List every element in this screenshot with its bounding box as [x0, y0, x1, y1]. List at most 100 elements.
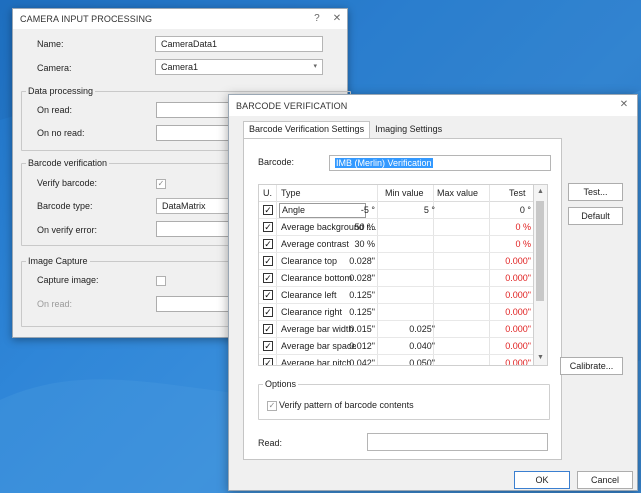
barcode-field[interactable]: IMB (Merlin) Verification	[329, 155, 551, 171]
row-min-value[interactable]: 0.042"	[349, 358, 375, 365]
row-min-value[interactable]: 0.125"	[349, 290, 375, 300]
row-test-value: 0 °	[519, 205, 531, 215]
default-button[interactable]: Default	[568, 207, 623, 225]
row-type: Average bar pitch	[281, 358, 352, 366]
row-test-value: 0.000"	[505, 324, 531, 334]
close-icon[interactable]: ✕	[330, 12, 344, 26]
row-test-value: 0.000"	[505, 273, 531, 283]
table-row[interactable]: ✓ Clearance left 0.125" 0.000"	[259, 287, 533, 304]
tab-imaging-settings[interactable]: Imaging Settings	[370, 122, 447, 138]
on-read-label-disabled: On read:	[37, 299, 73, 309]
table-row[interactable]: ✓ Average contrast 30 % 0 %	[259, 236, 533, 253]
row-checkbox[interactable]: ✓	[263, 273, 273, 283]
row-type: Clearance left	[281, 290, 337, 300]
options-title: Options	[263, 379, 299, 389]
row-max-value[interactable]: 5 °	[424, 205, 435, 215]
group-title: Image Capture	[26, 256, 90, 266]
read-label: Read:	[258, 438, 283, 448]
barcode-verification-window: BARCODE VERIFICATION ✕ Barcode Verificat…	[228, 94, 638, 491]
row-min-value[interactable]: -5 °	[361, 205, 375, 215]
col-header-type[interactable]: Type	[281, 188, 301, 198]
row-min-value[interactable]: 0.125"	[349, 307, 375, 317]
capture-image-checkbox[interactable]	[156, 276, 166, 286]
row-min-value[interactable]: 0.028"	[349, 273, 375, 283]
test-button[interactable]: Test...	[568, 183, 623, 201]
row-min-value[interactable]: 50 %	[354, 222, 375, 232]
row-min-value[interactable]: 0.028"	[349, 256, 375, 266]
read-field[interactable]	[367, 433, 548, 451]
col-header-test[interactable]: Test	[509, 188, 526, 198]
chevron-down-icon: ▾	[313, 63, 317, 70]
row-test-value: 0 %	[515, 222, 531, 232]
row-min-value[interactable]: 0.012"	[349, 341, 375, 351]
row-test-value: 0.000"	[505, 290, 531, 300]
row-checkbox[interactable]: ✓	[263, 239, 273, 249]
title-bar: CAMERA INPUT PROCESSING ? ✕	[13, 9, 347, 29]
calibrate-button[interactable]: Calibrate...	[560, 357, 623, 375]
name-field[interactable]: CameraData1	[155, 36, 323, 52]
close-icon[interactable]: ✕	[617, 98, 631, 112]
row-checkbox[interactable]: ✓	[263, 256, 273, 266]
window-title: CAMERA INPUT PROCESSING	[20, 14, 153, 24]
row-type: Angle	[279, 203, 367, 218]
row-test-value: 0.000"	[505, 341, 531, 351]
table-row[interactable]: ✓ Average bar pitch 0.042" 0.050" 0.000"	[259, 355, 533, 366]
table-row[interactable]: ✓ Average background r... 50 % 0 %	[259, 219, 533, 236]
row-type: Clearance top	[281, 256, 338, 266]
row-test-value: 0.000"	[505, 256, 531, 266]
settings-panel: Barcode: IMB (Merlin) Verification U. Ty…	[243, 138, 562, 460]
tab-bar: Barcode Verification Settings Imaging Se…	[243, 121, 447, 139]
grid-scrollbar[interactable]: ▲ ▼	[534, 184, 548, 366]
row-checkbox[interactable]: ✓	[263, 205, 273, 215]
row-max-value[interactable]: 0.025"	[409, 324, 435, 334]
row-checkbox[interactable]: ✓	[263, 358, 273, 365]
scroll-thumb[interactable]	[536, 201, 544, 301]
verification-grid: U. Type Min value Max value Test ✓ Angle -…	[258, 184, 534, 366]
row-checkbox[interactable]: ✓	[263, 307, 273, 317]
on-no-read-label: On no read:	[37, 128, 85, 138]
row-test-value: 0.000"	[505, 307, 531, 317]
col-header-u[interactable]: U.	[263, 188, 272, 198]
col-header-max[interactable]: Max value	[437, 188, 478, 198]
table-row[interactable]: ✓ Clearance top 0.028" 0.000"	[259, 253, 533, 270]
ok-button[interactable]: OK	[514, 471, 570, 489]
row-checkbox[interactable]: ✓	[263, 290, 273, 300]
table-row[interactable]: ✓ Angle -5 ° 5 ° 0 °	[259, 202, 533, 219]
row-min-value[interactable]: 30 %	[354, 239, 375, 249]
row-type: Average bar width	[281, 324, 354, 334]
table-row[interactable]: ✓ Clearance right 0.125" 0.000"	[259, 304, 533, 321]
cancel-button[interactable]: Cancel	[577, 471, 633, 489]
row-type: Average bar space	[281, 341, 357, 351]
scroll-up-icon[interactable]: ▲	[534, 185, 547, 199]
on-verify-error-label: On verify error:	[37, 225, 98, 235]
row-checkbox[interactable]: ✓	[263, 324, 273, 334]
capture-image-label: Capture image:	[37, 275, 99, 285]
row-max-value[interactable]: 0.040"	[409, 341, 435, 351]
barcode-field-selected-text: IMB (Merlin) Verification	[335, 158, 433, 168]
scroll-down-icon[interactable]: ▼	[534, 351, 547, 365]
row-test-value: 0 %	[515, 239, 531, 249]
table-row[interactable]: ✓ Average bar space 0.012" 0.040" 0.000"	[259, 338, 533, 355]
grid-header: U. Type Min value Max value Test	[259, 185, 533, 202]
row-type: Clearance right	[281, 307, 343, 317]
tab-barcode-verification-settings[interactable]: Barcode Verification Settings	[243, 121, 371, 139]
row-checkbox[interactable]: ✓	[263, 222, 273, 232]
table-row[interactable]: ✓ Clearance bottom 0.028" 0.000"	[259, 270, 533, 287]
row-min-value[interactable]: 0.015"	[349, 324, 375, 334]
group-title: Barcode verification	[26, 158, 110, 168]
camera-select[interactable]: Camera1 ▾	[155, 59, 323, 75]
table-row[interactable]: ✓ Average bar width 0.015" 0.025" 0.000"	[259, 321, 533, 338]
group-title: Data processing	[26, 86, 96, 96]
window-title: BARCODE VERIFICATION	[236, 100, 348, 111]
verify-barcode-checkbox[interactable]: ✓	[156, 179, 166, 189]
camera-select-value: Camera1	[161, 62, 199, 72]
on-read-label: On read:	[37, 105, 73, 115]
col-header-min[interactable]: Min value	[385, 188, 424, 198]
barcode-type-label: Barcode type:	[37, 201, 93, 211]
verify-pattern-label: Verify pattern of barcode contents	[279, 400, 414, 410]
row-type: Clearance bottom	[281, 273, 353, 283]
help-icon[interactable]: ?	[310, 12, 324, 26]
row-max-value[interactable]: 0.050"	[409, 358, 435, 365]
verify-pattern-checkbox[interactable]: ✓	[267, 401, 277, 411]
row-checkbox[interactable]: ✓	[263, 341, 273, 351]
